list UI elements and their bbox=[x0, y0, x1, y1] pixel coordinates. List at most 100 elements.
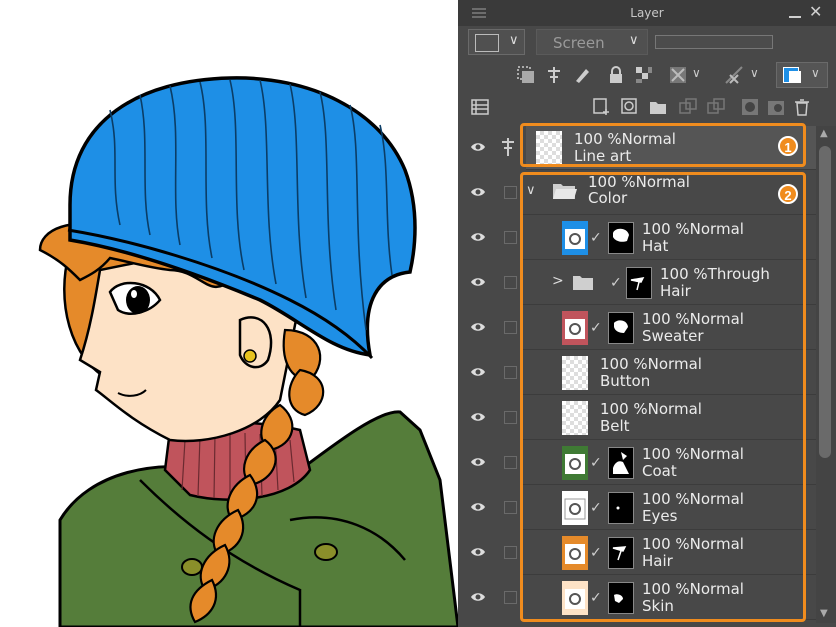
eye-icon[interactable] bbox=[470, 186, 486, 198]
chevron-down-icon[interactable]: ∨ bbox=[692, 66, 701, 80]
clipping-check-icon: ✓ bbox=[590, 230, 602, 246]
chevron-down-icon: ∨ bbox=[509, 33, 519, 48]
reference-layer-icon[interactable] bbox=[544, 65, 564, 85]
new-folder-icon[interactable] bbox=[648, 97, 668, 117]
layer-select-checkbox[interactable] bbox=[504, 186, 517, 199]
layer-mode: Normal bbox=[689, 580, 744, 598]
layer-row-hat[interactable]: ✓ 100 %Normal Hat bbox=[458, 216, 816, 261]
chevron-down-icon: ∨ bbox=[629, 33, 639, 48]
scroll-down-icon[interactable]: ▼ bbox=[820, 608, 828, 619]
trash-icon[interactable] bbox=[792, 97, 812, 117]
eye-icon[interactable] bbox=[470, 591, 486, 603]
layer-mask-thumbnail bbox=[608, 222, 634, 254]
scroll-up-icon[interactable]: ▲ bbox=[820, 128, 828, 139]
layer-opacity: 100 % bbox=[574, 130, 622, 148]
new-raster-layer-icon[interactable] bbox=[592, 97, 612, 117]
layer-name: Coat bbox=[642, 462, 677, 480]
new-vector-layer-icon[interactable] bbox=[620, 97, 640, 117]
apply-mask-icon[interactable] bbox=[766, 97, 786, 117]
square-icon bbox=[475, 34, 499, 52]
layer-body: ∨ 100 %Normal Color bbox=[522, 171, 816, 215]
layer-list-icon[interactable] bbox=[470, 97, 490, 117]
eye-icon[interactable] bbox=[470, 321, 486, 333]
layer-opacity-mode: 100 %Normal bbox=[642, 221, 744, 238]
layer-mode: Through bbox=[707, 265, 770, 283]
layer-name: Belt bbox=[600, 417, 630, 435]
layer-name: Hair bbox=[642, 552, 673, 570]
scrollbar-thumb[interactable] bbox=[819, 146, 831, 458]
layer-row-eyes[interactable]: ✓ 100 %Normal Eyes bbox=[458, 486, 816, 531]
layer-color-button[interactable]: ∨ bbox=[776, 62, 828, 88]
layer-mask-thumbnail bbox=[626, 267, 652, 299]
combine-to-layer-below-icon[interactable] bbox=[706, 97, 726, 117]
layer-row-hair[interactable]: ✓ 100 %Normal Hair bbox=[458, 531, 816, 576]
reference-layer-icon bbox=[502, 138, 514, 156]
layer-opacity: 100 % bbox=[600, 400, 648, 418]
blend-mode-select[interactable]: Screen ∨ bbox=[536, 29, 648, 55]
layer-select-checkbox[interactable] bbox=[504, 501, 517, 514]
chevron-down-icon[interactable]: ∨ bbox=[526, 183, 536, 198]
eye-icon[interactable] bbox=[470, 411, 486, 423]
layer-opacity-mode: 100 %Normal bbox=[600, 401, 702, 418]
draft-layer-icon[interactable] bbox=[572, 65, 592, 85]
layer-opacity-mode: 100 %Normal bbox=[600, 356, 702, 373]
eye-icon[interactable] bbox=[470, 141, 486, 153]
canvas-illustration[interactable] bbox=[0, 0, 458, 627]
layer-opacity-mode: 100 %Through bbox=[660, 266, 770, 283]
minimize-icon[interactable] bbox=[789, 16, 801, 18]
opacity-slider[interactable] bbox=[655, 35, 773, 49]
eye-icon[interactable] bbox=[470, 456, 486, 468]
eye-icon[interactable] bbox=[470, 231, 486, 243]
layer-color-dropdown[interactable]: ∨ bbox=[468, 29, 525, 55]
close-icon[interactable]: ✕ bbox=[809, 4, 822, 20]
lock-icon[interactable] bbox=[606, 65, 626, 85]
layer-row-button[interactable]: 100 %Normal Button bbox=[458, 351, 816, 396]
eye-icon[interactable] bbox=[470, 366, 486, 378]
layer-row-sweater[interactable]: ✓ 100 %Normal Sweater bbox=[458, 306, 816, 351]
clipping-check-icon: ✓ bbox=[590, 545, 602, 561]
chevron-right-icon[interactable]: > bbox=[552, 273, 564, 289]
panel-titlebar[interactable]: Layer ✕ bbox=[458, 0, 836, 26]
panel-title: Layer bbox=[630, 6, 664, 20]
layer-row-coat[interactable]: ✓ 100 %Normal Coat bbox=[458, 441, 816, 486]
layer-name: Line art bbox=[574, 147, 632, 165]
fill-layer-thumbnail bbox=[562, 446, 588, 480]
layer-select-checkbox[interactable] bbox=[504, 546, 517, 559]
layer-actions-toolbar bbox=[458, 92, 836, 122]
eye-icon[interactable] bbox=[470, 546, 486, 558]
layer-mode: Normal bbox=[689, 310, 744, 328]
folder-icon bbox=[573, 276, 593, 290]
layer-select-checkbox[interactable] bbox=[504, 231, 517, 244]
layer-select-checkbox[interactable] bbox=[504, 456, 517, 469]
layer-row-belt[interactable]: 100 %Normal Belt bbox=[458, 396, 816, 441]
annotation-badge-1: 1 bbox=[778, 136, 798, 156]
create-mask-icon[interactable] bbox=[740, 97, 760, 117]
layer-opacity: 100 % bbox=[642, 445, 690, 463]
layer-body: ✓ 100 %Normal Skin bbox=[522, 576, 816, 620]
layer-select-checkbox[interactable] bbox=[504, 276, 517, 289]
chevron-down-icon[interactable]: ∨ bbox=[750, 66, 759, 80]
layer-select-checkbox[interactable] bbox=[504, 366, 517, 379]
layer-body: ✓ 100 %Normal Hair bbox=[522, 531, 816, 575]
layer-mask-thumbnail bbox=[608, 312, 634, 344]
layer-row-skin[interactable]: ✓ 100 %Normal Skin bbox=[458, 576, 816, 621]
transfer-to-lower-layer-icon[interactable] bbox=[678, 97, 698, 117]
layer-select-checkbox[interactable] bbox=[504, 591, 517, 604]
layer-row-color-folder[interactable]: ∨ 100 %Normal Color bbox=[458, 171, 816, 216]
eye-icon[interactable] bbox=[470, 276, 486, 288]
layer-list-scrollbar[interactable]: ▲ ▼ bbox=[816, 126, 836, 623]
layer-body: ✓ 100 %Normal Coat bbox=[522, 441, 816, 485]
layer-mode: Normal bbox=[689, 445, 744, 463]
eye-icon[interactable] bbox=[470, 501, 486, 513]
layer-row-hair-folder[interactable]: > ✓ 100 %Through Hair bbox=[458, 261, 816, 306]
layer-select-checkbox[interactable] bbox=[504, 321, 517, 334]
lock-transparent-pixels-icon[interactable] bbox=[634, 65, 654, 85]
layer-row-line-art[interactable]: 100 %Normal Line art bbox=[458, 126, 816, 171]
layer-body: > ✓ 100 %Through Hair bbox=[522, 261, 816, 305]
fill-layer-thumbnail bbox=[562, 536, 588, 570]
enable-mask-icon[interactable] bbox=[668, 65, 688, 85]
ruler-range-icon[interactable] bbox=[724, 65, 744, 85]
clip-to-layer-below-icon[interactable] bbox=[516, 65, 536, 85]
layer-mode: Normal bbox=[647, 355, 702, 373]
layer-select-checkbox[interactable] bbox=[504, 411, 517, 424]
